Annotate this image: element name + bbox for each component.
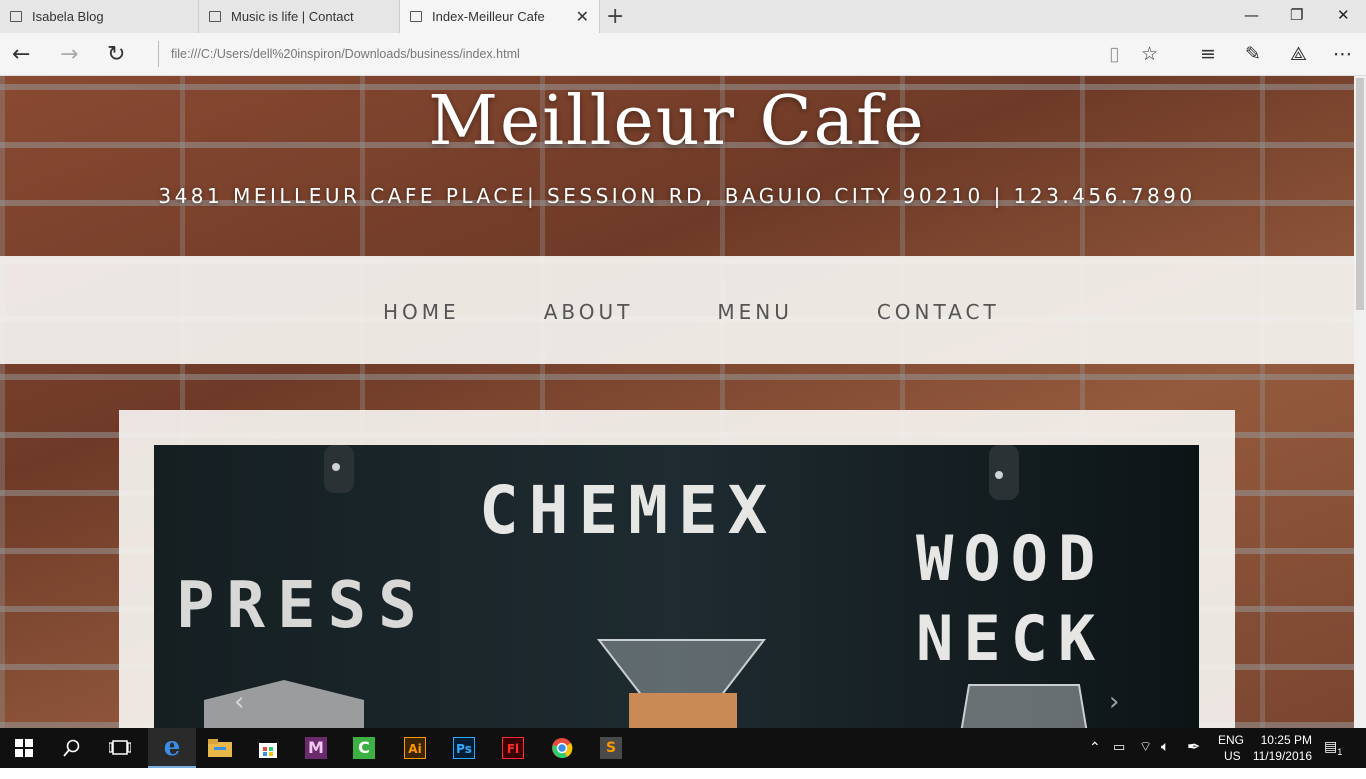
site-title: Meilleur Cafe bbox=[428, 82, 926, 161]
nav-about[interactable]: ABOUT bbox=[544, 300, 634, 324]
chrome-icon[interactable] bbox=[538, 728, 586, 768]
language-indicator[interactable]: ENG US bbox=[1218, 732, 1244, 772]
slide-word-press: PRESS bbox=[176, 569, 429, 643]
photoshop-icon[interactable]: Ps bbox=[440, 728, 488, 768]
store-icon[interactable] bbox=[244, 728, 292, 768]
keyboard-layout: US bbox=[1224, 749, 1241, 763]
hub-icon[interactable]: ≡ bbox=[1200, 43, 1216, 65]
edge-app-icon[interactable]: e bbox=[148, 728, 196, 768]
file-explorer-icon[interactable] bbox=[196, 728, 244, 768]
url-field[interactable]: file:///C:/Users/dell%20inspiron/Downloa… bbox=[158, 41, 520, 67]
camtasia-icon[interactable]: C bbox=[340, 728, 388, 768]
web-note-icon[interactable]: ✎ bbox=[1245, 43, 1261, 65]
nav-home[interactable]: HOME bbox=[383, 300, 460, 324]
close-window-button[interactable]: ✕ bbox=[1337, 6, 1350, 24]
wifi-icon[interactable]: ⌔ bbox=[1139, 738, 1152, 778]
address-line: 3481 MEILLEUR CAFE PLACE| SESSION RD, BA… bbox=[158, 184, 1196, 208]
clock-time: 10:25 PM bbox=[1260, 733, 1312, 747]
address-bar: ← → ↻ file:///C:/Users/dell%20inspiron/D… bbox=[0, 33, 1366, 76]
clock[interactable]: 10:25 PM 11/19/2016 bbox=[1250, 732, 1312, 772]
slider-panel: CHEMEX PRESS WOOD NECK ‹ › bbox=[119, 410, 1235, 728]
page-viewport: Meilleur Cafe 3481 MEILLEUR CAFE PLACE| … bbox=[0, 76, 1354, 728]
page-icon bbox=[209, 11, 221, 22]
slide-word-wood: WOOD bbox=[916, 522, 1105, 595]
notification-glyph: ▤ bbox=[1324, 738, 1338, 754]
tab-strip: Isabela Blog Music is life | Contact Ind… bbox=[0, 0, 1366, 33]
slider-image: CHEMEX PRESS WOOD NECK ‹ › bbox=[154, 445, 1199, 728]
refresh-button[interactable]: ↻ bbox=[107, 42, 125, 67]
tab-music-contact[interactable]: Music is life | Contact bbox=[199, 0, 400, 33]
favorite-star-icon[interactable]: ☆ bbox=[1141, 43, 1158, 65]
tray-chevron-icon[interactable]: ⌃ bbox=[1089, 739, 1101, 779]
slide-word-neck: NECK bbox=[916, 602, 1105, 675]
vertical-scrollbar[interactable] bbox=[1354, 76, 1366, 728]
tab-isabela-blog[interactable]: Isabela Blog bbox=[0, 0, 199, 33]
flash-icon[interactable]: Fl bbox=[489, 728, 537, 768]
share-icon[interactable]: ⟁ bbox=[1290, 43, 1307, 65]
minimize-button[interactable]: — bbox=[1244, 6, 1259, 24]
battery-icon[interactable]: ▭ bbox=[1113, 739, 1125, 779]
main-nav: HOME ABOUT MENU CONTACT bbox=[0, 256, 1354, 364]
start-button[interactable] bbox=[0, 728, 48, 768]
notification-count: 1 bbox=[1337, 746, 1343, 757]
back-button[interactable]: ← bbox=[12, 42, 30, 67]
task-view-icon[interactable] bbox=[96, 728, 144, 768]
search-icon[interactable] bbox=[48, 728, 96, 768]
forward-button[interactable]: → bbox=[60, 42, 78, 67]
slide-word-chemex: CHEMEX bbox=[479, 472, 777, 549]
tab-index-meilleur[interactable]: Index-Meilleur Cafe ✕ bbox=[400, 0, 600, 33]
restore-button[interactable]: ❐ bbox=[1290, 6, 1303, 24]
tab-title: Music is life | Contact bbox=[231, 9, 354, 24]
close-tab-icon[interactable]: ✕ bbox=[576, 7, 589, 27]
nav-menu[interactable]: MENU bbox=[717, 300, 793, 324]
reading-view-icon[interactable]: ▯ bbox=[1109, 43, 1119, 65]
language-code: ENG bbox=[1218, 733, 1245, 747]
scrollbar-thumb[interactable] bbox=[1356, 78, 1364, 310]
pen-ink-icon[interactable]: ✒ bbox=[1187, 737, 1200, 777]
tab-title: Index-Meilleur Cafe bbox=[432, 9, 545, 24]
action-center-icon[interactable]: ▤1 bbox=[1324, 738, 1342, 778]
sublime-icon[interactable]: S bbox=[587, 728, 635, 768]
m-app-icon[interactable]: M bbox=[292, 728, 340, 768]
slider-next-icon[interactable]: › bbox=[1109, 687, 1119, 717]
more-icon[interactable]: ⋯ bbox=[1333, 43, 1352, 65]
windows-taskbar: e M C Ai Ps Fl S ⌃ ▭ ⌔ 🔈︎ ✒ ENG US 10:25… bbox=[0, 728, 1366, 768]
clock-date: 11/19/2016 bbox=[1252, 749, 1312, 763]
new-tab-button[interactable]: + bbox=[606, 4, 624, 29]
volume-icon[interactable]: 🔈︎ bbox=[1161, 738, 1169, 778]
page-icon bbox=[410, 11, 422, 22]
nav-contact[interactable]: CONTACT bbox=[877, 300, 1000, 324]
page-icon bbox=[10, 11, 22, 22]
tab-title: Isabela Blog bbox=[32, 9, 104, 24]
illustrator-icon[interactable]: Ai bbox=[391, 728, 439, 768]
slider-prev-icon[interactable]: ‹ bbox=[234, 687, 244, 717]
